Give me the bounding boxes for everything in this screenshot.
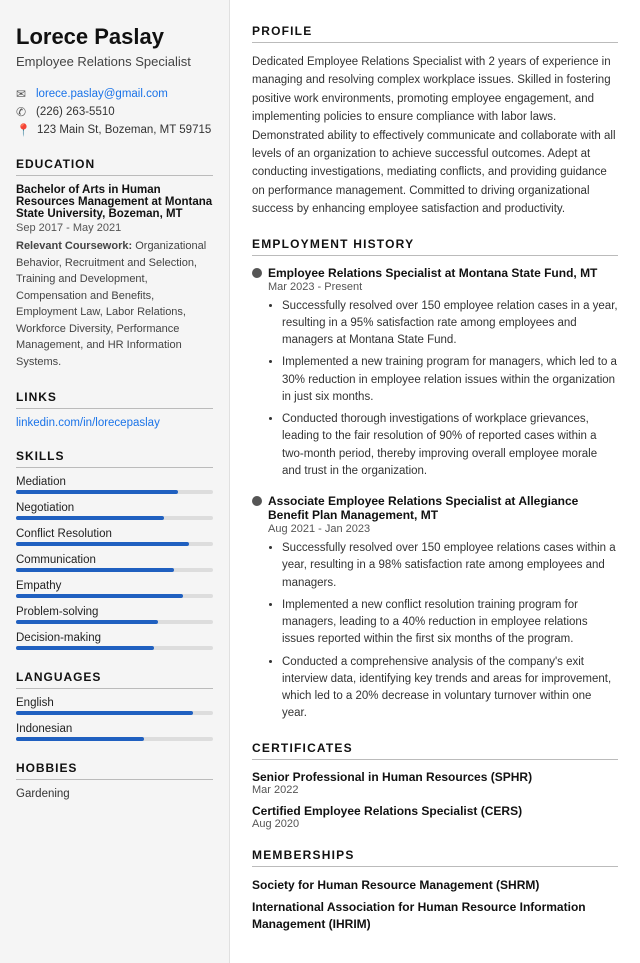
cert-name: Certified Employee Relations Specialist … [252, 804, 618, 818]
skill-label: Negotiation [16, 502, 213, 514]
hobbies-section-title: HOBBIES [16, 761, 213, 780]
coursework-text: Organizational Behavior, Recruitment and… [16, 240, 206, 368]
cert-entry: Senior Professional in Human Resources (… [252, 770, 618, 796]
phone-text: (226) 263-5510 [36, 106, 115, 118]
cert-date: Mar 2022 [252, 784, 618, 796]
location-icon: 📍 [16, 123, 31, 137]
cert-name: Senior Professional in Human Resources (… [252, 770, 618, 784]
skill-bar-fill [16, 568, 174, 572]
bullet-item: Implemented a new conflict resolution tr… [282, 597, 618, 649]
coursework-label: Relevant Coursework: [16, 240, 132, 252]
skills-list: Mediation Negotiation Conflict Resolutio… [16, 476, 213, 650]
skill-bar-bg [16, 516, 213, 520]
skill-bar-fill [16, 490, 178, 494]
profile-section-title: PROFILE [252, 24, 618, 43]
job-dates: Mar 2023 - Present [268, 281, 618, 293]
skill-item: Mediation [16, 476, 213, 494]
skill-label: Decision-making [16, 632, 213, 644]
skill-bar-fill [16, 594, 183, 598]
language-bar-fill [16, 737, 144, 741]
skill-bar-bg [16, 568, 213, 572]
skill-item: Problem-solving [16, 606, 213, 624]
hobby-item: Gardening [16, 788, 213, 800]
candidate-name: Lorece Paslay [16, 24, 213, 50]
language-bar-fill [16, 711, 193, 715]
job-dot [252, 268, 262, 278]
email-icon: ✉ [16, 87, 30, 101]
language-bar-bg [16, 737, 213, 741]
employment-section-title: EMPLOYMENT HISTORY [252, 237, 618, 256]
skill-item: Empathy [16, 580, 213, 598]
address-text: 123 Main St, Bozeman, MT 59715 [37, 124, 211, 136]
phone-icon: ✆ [16, 105, 30, 119]
skill-label: Problem-solving [16, 606, 213, 618]
skill-label: Communication [16, 554, 213, 566]
job-entry: Employee Relations Specialist at Montana… [252, 266, 618, 481]
skill-item: Negotiation [16, 502, 213, 520]
email-link[interactable]: lorece.paslay@gmail.com [36, 88, 168, 100]
skill-label: Empathy [16, 580, 213, 592]
skill-bar-bg [16, 542, 213, 546]
skill-bar-bg [16, 594, 213, 598]
edu-coursework: Relevant Coursework: Organizational Beha… [16, 238, 213, 370]
hobbies-list: Gardening [16, 788, 213, 800]
edu-dates: Sep 2017 - May 2021 [16, 222, 213, 234]
skill-bar-fill [16, 646, 154, 650]
skill-bar-fill [16, 516, 164, 520]
skill-bar-bg [16, 646, 213, 650]
membership-entry: Society for Human Resource Management (S… [252, 877, 618, 894]
language-label: Indonesian [16, 723, 213, 735]
cert-date: Aug 2020 [252, 818, 618, 830]
skill-label: Mediation [16, 476, 213, 488]
skill-bar-fill [16, 542, 189, 546]
bullet-item: Conducted thorough investigations of wor… [282, 411, 618, 480]
language-item: Indonesian [16, 723, 213, 741]
skill-item: Conflict Resolution [16, 528, 213, 546]
language-bar-bg [16, 711, 213, 715]
candidate-title: Employee Relations Specialist [16, 54, 213, 69]
contact-address: 📍 123 Main St, Bozeman, MT 59715 [16, 123, 213, 137]
job-title: Employee Relations Specialist at Montana… [268, 266, 597, 280]
job-title-line: Associate Employee Relations Specialist … [252, 494, 618, 522]
job-bullets: Successfully resolved over 150 employee … [268, 540, 618, 723]
education-section-title: EDUCATION [16, 157, 213, 176]
membership-entry: International Association for Human Reso… [252, 899, 618, 933]
certificates-section-title: CERTIFICATES [252, 741, 618, 760]
job-title: Associate Employee Relations Specialist … [268, 494, 618, 522]
memberships-section-title: MEMBERSHIPS [252, 848, 618, 867]
languages-list: English Indonesian [16, 697, 213, 741]
contact-phone: ✆ (226) 263-5510 [16, 105, 213, 119]
skill-bar-fill [16, 620, 158, 624]
job-bullets: Successfully resolved over 150 employee … [268, 298, 618, 481]
bullet-item: Successfully resolved over 150 employee … [282, 298, 618, 350]
sidebar: Lorece Paslay Employee Relations Special… [0, 0, 230, 963]
bullet-item: Successfully resolved over 150 employee … [282, 540, 618, 592]
cert-entry: Certified Employee Relations Specialist … [252, 804, 618, 830]
language-label: English [16, 697, 213, 709]
bullet-item: Conducted a comprehensive analysis of th… [282, 654, 618, 723]
skill-item: Communication [16, 554, 213, 572]
job-title-line: Employee Relations Specialist at Montana… [252, 266, 618, 280]
language-item: English [16, 697, 213, 715]
bullet-item: Implemented a new training program for m… [282, 354, 618, 406]
profile-text: Dedicated Employee Relations Specialist … [252, 53, 618, 219]
edu-degree: Bachelor of Arts in Human Resources Mana… [16, 184, 213, 220]
links-section-title: LINKS [16, 390, 213, 409]
contact-email: ✉ lorece.paslay@gmail.com [16, 87, 213, 101]
job-entry: Associate Employee Relations Specialist … [252, 494, 618, 723]
skill-item: Decision-making [16, 632, 213, 650]
skill-bar-bg [16, 490, 213, 494]
skill-bar-bg [16, 620, 213, 624]
jobs-list: Employee Relations Specialist at Montana… [252, 266, 618, 723]
skill-label: Conflict Resolution [16, 528, 213, 540]
certs-list: Senior Professional in Human Resources (… [252, 770, 618, 830]
linkedin-link[interactable]: linkedin.com/in/lorecepaslay [16, 417, 213, 429]
skills-section-title: SKILLS [16, 449, 213, 468]
languages-section-title: LANGUAGES [16, 670, 213, 689]
job-dates: Aug 2021 - Jan 2023 [268, 523, 618, 535]
job-dot [252, 496, 262, 506]
main-content: PROFILE Dedicated Employee Relations Spe… [230, 0, 640, 963]
